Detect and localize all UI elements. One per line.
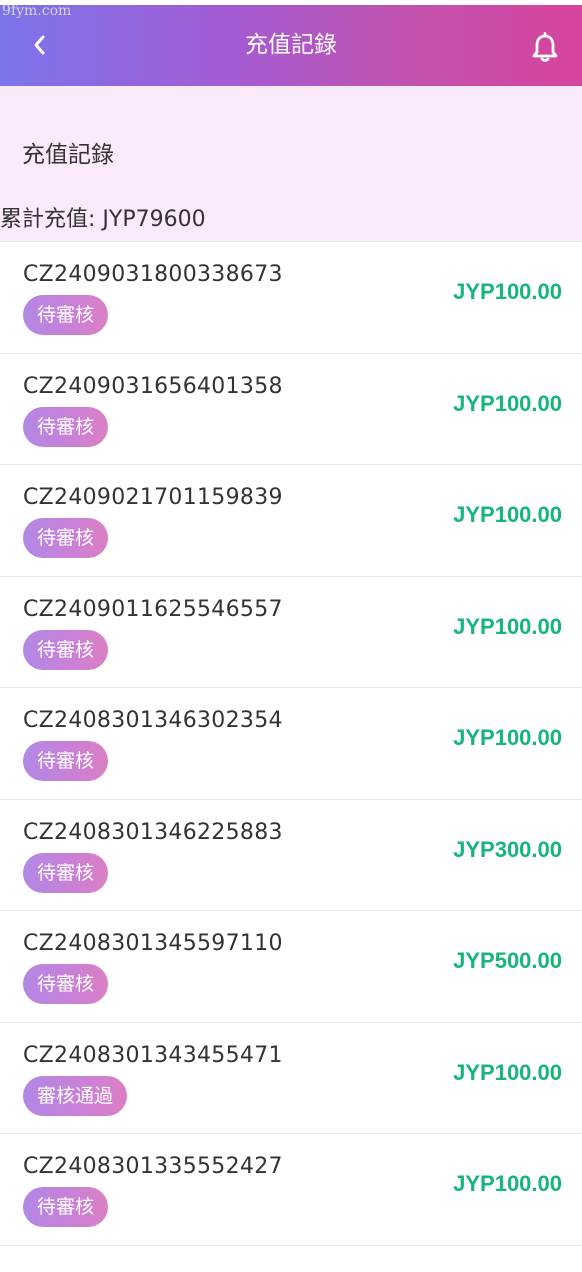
- section-title: 充值記錄: [22, 142, 114, 168]
- list-item[interactable]: CZ2409031800338673 待審核 JYP100.00: [0, 242, 582, 354]
- order-number: CZ2408301346225883: [23, 819, 283, 845]
- order-number: CZ2408301346302354: [23, 708, 283, 733]
- list-item[interactable]: CZ2408301335552427 待審核 JYP100.00: [0, 1134, 582, 1246]
- recharge-amount: JYP100.00: [453, 279, 562, 304]
- status-badge: 待審核: [23, 295, 109, 335]
- status-badge: 待審核: [23, 741, 109, 781]
- total-recharge: 累計充值: JYP79600: [0, 207, 206, 232]
- order-number: CZ2409031656401358: [23, 373, 283, 399]
- recharge-record-list: CZ2409031800338673 待審核 JYP100.00 CZ24090316…: [0, 241, 582, 1246]
- status-badge: 待審核: [23, 964, 109, 1004]
- list-item[interactable]: CZ2408301346302354 待審核 JYP100.00: [0, 688, 582, 800]
- order-number: CZ2409031800338673: [23, 262, 283, 287]
- list-item[interactable]: CZ2408301346225883 待審核 JYP300.00: [0, 800, 582, 911]
- recharge-amount: JYP500.00: [453, 948, 562, 973]
- page-title: 充值記錄: [245, 32, 337, 58]
- list-item[interactable]: CZ2408301343455471 審核通過 JYP100.00: [0, 1023, 582, 1134]
- status-badge: 待審核: [23, 406, 109, 447]
- order-number: CZ2409021701159839: [23, 485, 283, 510]
- summary-panel: 充值記錄 累計充值: JYP79600: [0, 86, 582, 241]
- list-item[interactable]: CZ2408301345597110 待審核 JYP500.00: [0, 911, 582, 1023]
- status-badge: 待審核: [23, 1187, 109, 1227]
- list-item[interactable]: CZ2409031656401358 待審核 JYP100.00: [0, 354, 582, 465]
- order-number: CZ2408301343455471: [23, 1042, 283, 1068]
- watermark: 9fym.com: [2, 3, 72, 19]
- order-number: CZ2409011625546557: [23, 596, 283, 622]
- recharge-amount: JYP300.00: [453, 836, 562, 862]
- status-badge: 待審核: [23, 518, 109, 558]
- chevron-left-icon[interactable]: [28, 33, 52, 57]
- recharge-amount: JYP100.00: [453, 1059, 562, 1085]
- bell-icon[interactable]: [528, 31, 562, 65]
- status-badge: 待審核: [23, 629, 109, 670]
- recharge-amount: JYP100.00: [453, 725, 562, 750]
- order-number: CZ2408301345597110: [23, 931, 283, 956]
- recharge-amount: JYP100.00: [453, 502, 562, 527]
- recharge-amount: JYP100.00: [453, 1171, 562, 1196]
- list-item[interactable]: CZ2409021701159839 待審核 JYP100.00: [0, 465, 582, 577]
- recharge-amount: JYP100.00: [453, 390, 562, 416]
- recharge-amount: JYP100.00: [453, 613, 562, 639]
- status-badge: 審核通過: [23, 1075, 128, 1116]
- list-item[interactable]: CZ2409011625546557 待審核 JYP100.00: [0, 577, 582, 688]
- order-number: CZ2408301335552427: [23, 1154, 283, 1179]
- app-header: 充值記錄: [0, 5, 582, 86]
- status-badge: 待審核: [23, 852, 109, 893]
